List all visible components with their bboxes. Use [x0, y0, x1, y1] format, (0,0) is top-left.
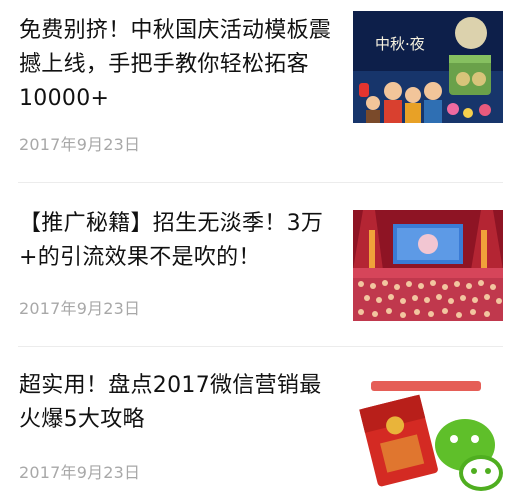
article-date: 2017年9月23日 [19, 135, 141, 154]
mid-autumn-poster-image: 中秋·夜 [353, 11, 503, 123]
article-item[interactable]: 超实用！盘点2017微信营销最火爆5大攻略 2017年9月23日 [0, 347, 521, 495]
article-title[interactable]: 【推广秘籍】招生无淡季！3万+的引流效果不是吹的！ [19, 207, 339, 275]
wechat-red-packet-image [353, 375, 503, 495]
article-item[interactable]: 免费别挤！中秋国庆活动模板震撼上线，手把手教你轻松拓客10000+ 2017年9… [0, 0, 521, 183]
article-date: 2017年9月23日 [19, 299, 141, 318]
article-item[interactable]: 【推广秘籍】招生无淡季！3万+的引流效果不是吹的！ 2017年9月23日 [0, 183, 521, 347]
article-feed: 免费别挤！中秋国庆活动模板震撼上线，手把手教你轻松拓客10000+ 2017年9… [0, 0, 521, 495]
article-thumbnail[interactable] [353, 375, 503, 495]
article-thumbnail[interactable]: 中秋·夜 [353, 11, 503, 123]
article-date: 2017年9月23日 [19, 463, 141, 482]
article-title[interactable]: 免费别挤！中秋国庆活动模板震撼上线，手把手教你轻松拓客10000+ [19, 14, 339, 116]
article-thumbnail[interactable] [353, 210, 503, 321]
svg-text:中秋·夜: 中秋·夜 [375, 35, 425, 53]
article-title[interactable]: 超实用！盘点2017微信营销最火爆5大攻略 [19, 369, 339, 437]
mid-autumn-caption: 中秋·夜 [375, 35, 425, 53]
stage-performance-image [353, 210, 503, 321]
